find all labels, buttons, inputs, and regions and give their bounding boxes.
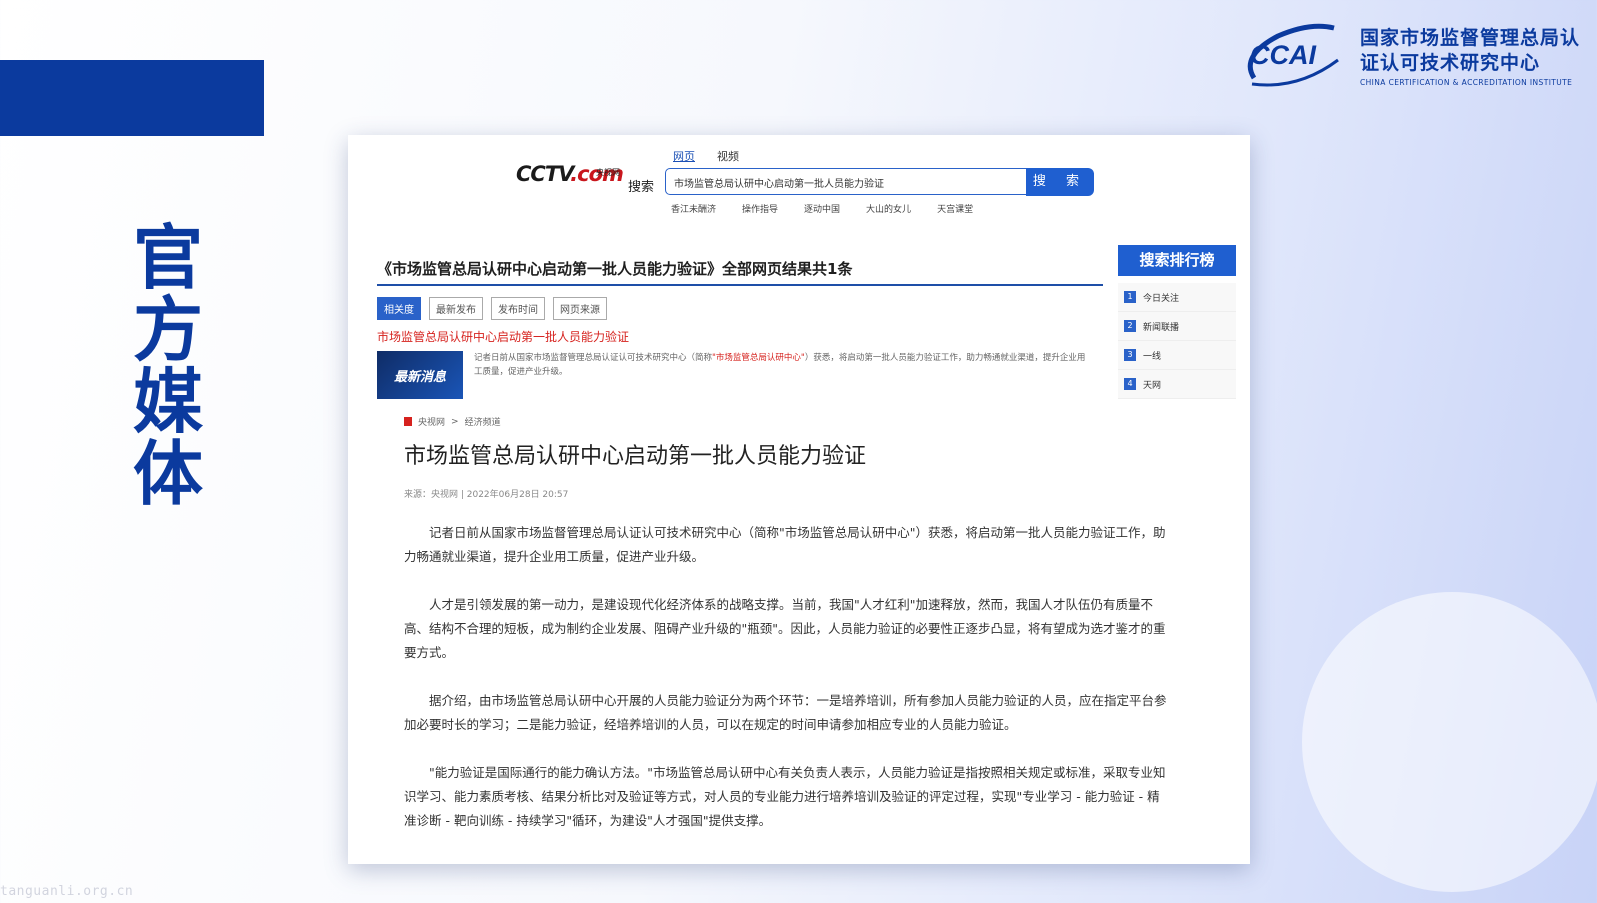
sort-relevance-button[interactable]: 相关度	[377, 297, 421, 320]
breadcrumb-separator: >	[451, 416, 459, 427]
rank-label: 天网	[1143, 380, 1162, 391]
article-meta: 来源：央视网 | 2022年06月28日 20:57	[404, 490, 569, 500]
screenshot-panel: 网页 视频 CCTV.com 央视网 搜索 市场监管总局认研中心启动第一批人员能…	[348, 135, 1250, 864]
search-input[interactable]: 市场监管总局认研中心启动第一批人员能力验证	[665, 168, 1027, 195]
breadcrumb-channel[interactable]: 经济频道	[465, 415, 501, 428]
tab-video[interactable]: 视频	[717, 148, 739, 164]
article-paragraph: "能力验证是国际通行的能力确认方法。"市场监管总局认研中心有关负责人表示，人员能…	[404, 765, 1166, 828]
ccai-logo: CCAI 国家市场监督管理总局认证认可技术研究中心 CHINA CERTIFIC…	[1238, 20, 1579, 92]
search-tabs: 网页 视频	[673, 148, 739, 164]
tab-web[interactable]: 网页	[673, 148, 695, 164]
section-title: 官方媒体	[133, 217, 203, 515]
snippet-highlight: "市场监管总局认研中心"	[712, 353, 805, 363]
title-accent-bar	[0, 60, 264, 136]
rank-label: 新闻联播	[1143, 322, 1180, 333]
ranking-list: 1 今日关注 2 新闻联播 3 一线 4 天网	[1118, 283, 1236, 399]
breadcrumb-site[interactable]: 央视网	[418, 415, 445, 428]
rank-number: 1	[1124, 291, 1136, 303]
watermark: tanguanli.org.cn	[0, 884, 134, 899]
sort-latest-button[interactable]: 最新发布	[429, 297, 483, 320]
hot-links: 香江未酬济 操作指导 逐动中国 大山的女儿 天宫课堂	[671, 202, 973, 215]
cctv-logo-small: 央视网	[596, 168, 620, 177]
hot-link[interactable]: 天宫课堂	[937, 202, 973, 215]
result-snippet: 记者日前从国家市场监督管理总局认证认可技术研究中心（简称"市场监管总局认研中心"…	[474, 351, 1092, 379]
article-title: 市场监管总局认研中心启动第一批人员能力验证	[404, 444, 867, 469]
org-name-en: CHINA CERTIFICATION & ACCREDITATION INST…	[1360, 78, 1573, 87]
article-paragraph: 人才是引领发展的第一动力，是建设现代化经济体系的战略支撑。当前，我国"人才红利"…	[404, 597, 1166, 660]
breadcrumb: 央视网 > 经济频道	[404, 415, 501, 428]
hot-link[interactable]: 香江未酬济	[671, 202, 716, 215]
sort-source-button[interactable]: 网页来源	[553, 297, 607, 320]
result-thumbnail[interactable]: 最新消息	[377, 351, 463, 399]
hot-link[interactable]: 大山的女儿	[866, 202, 911, 215]
org-name: 国家市场监督管理总局认证认可技术研究中心	[1360, 27, 1581, 74]
article-paragraph: 据介绍，由市场监管总局认研中心开展的人员能力验证分为两个环节：一是培养培训，所有…	[404, 693, 1167, 732]
article-paragraph: 记者日前从国家市场监督管理总局认证认可技术研究中心（简称"市场监管总局认研中心"…	[404, 525, 1166, 564]
search-button[interactable]: 搜 索	[1026, 168, 1094, 196]
logo-letters: CCAI	[1250, 40, 1316, 70]
result-count-header: 《市场监管总局认研中心启动第一批人员能力验证》全部网页结果共1条	[377, 258, 1103, 286]
ccai-logo-mark: CCAI	[1247, 23, 1339, 87]
result-link[interactable]: 市场监管总局认研中心启动第一批人员能力验证	[377, 328, 629, 345]
rank-number: 2	[1124, 320, 1136, 332]
article-body: 记者日前从国家市场监督管理总局认证认可技术研究中心（简称"市场监管总局认研中心"…	[404, 521, 1170, 857]
rank-number: 3	[1124, 349, 1136, 361]
ranking-item[interactable]: 3 一线	[1118, 341, 1236, 370]
hot-link[interactable]: 操作指导	[742, 202, 778, 215]
sort-time-button[interactable]: 发布时间	[491, 297, 545, 320]
snippet-text: 记者日前从国家市场监督管理总局认证认可技术研究中心（简称	[474, 353, 713, 363]
article-panel: 央视网 > 经济频道 市场监管总局认研中心启动第一批人员能力验证 来源：央视网 …	[348, 409, 1250, 864]
rank-number: 4	[1124, 378, 1136, 390]
sort-bar: 相关度 最新发布 发布时间 网页来源	[377, 297, 607, 320]
ranking-item[interactable]: 2 新闻联播	[1118, 312, 1236, 341]
background-circle	[1302, 592, 1597, 892]
ranking-item[interactable]: 1 今日关注	[1118, 283, 1236, 312]
cctv-logo-text: CCTV	[516, 162, 571, 186]
hot-link[interactable]: 逐动中国	[804, 202, 840, 215]
rank-label: 一线	[1143, 351, 1162, 362]
flag-icon	[404, 417, 412, 426]
search-label: 搜索	[628, 180, 655, 195]
ranking-title: 搜索排行榜	[1118, 245, 1236, 276]
rank-label: 今日关注	[1143, 293, 1180, 304]
ranking-item[interactable]: 4 天网	[1118, 370, 1236, 399]
